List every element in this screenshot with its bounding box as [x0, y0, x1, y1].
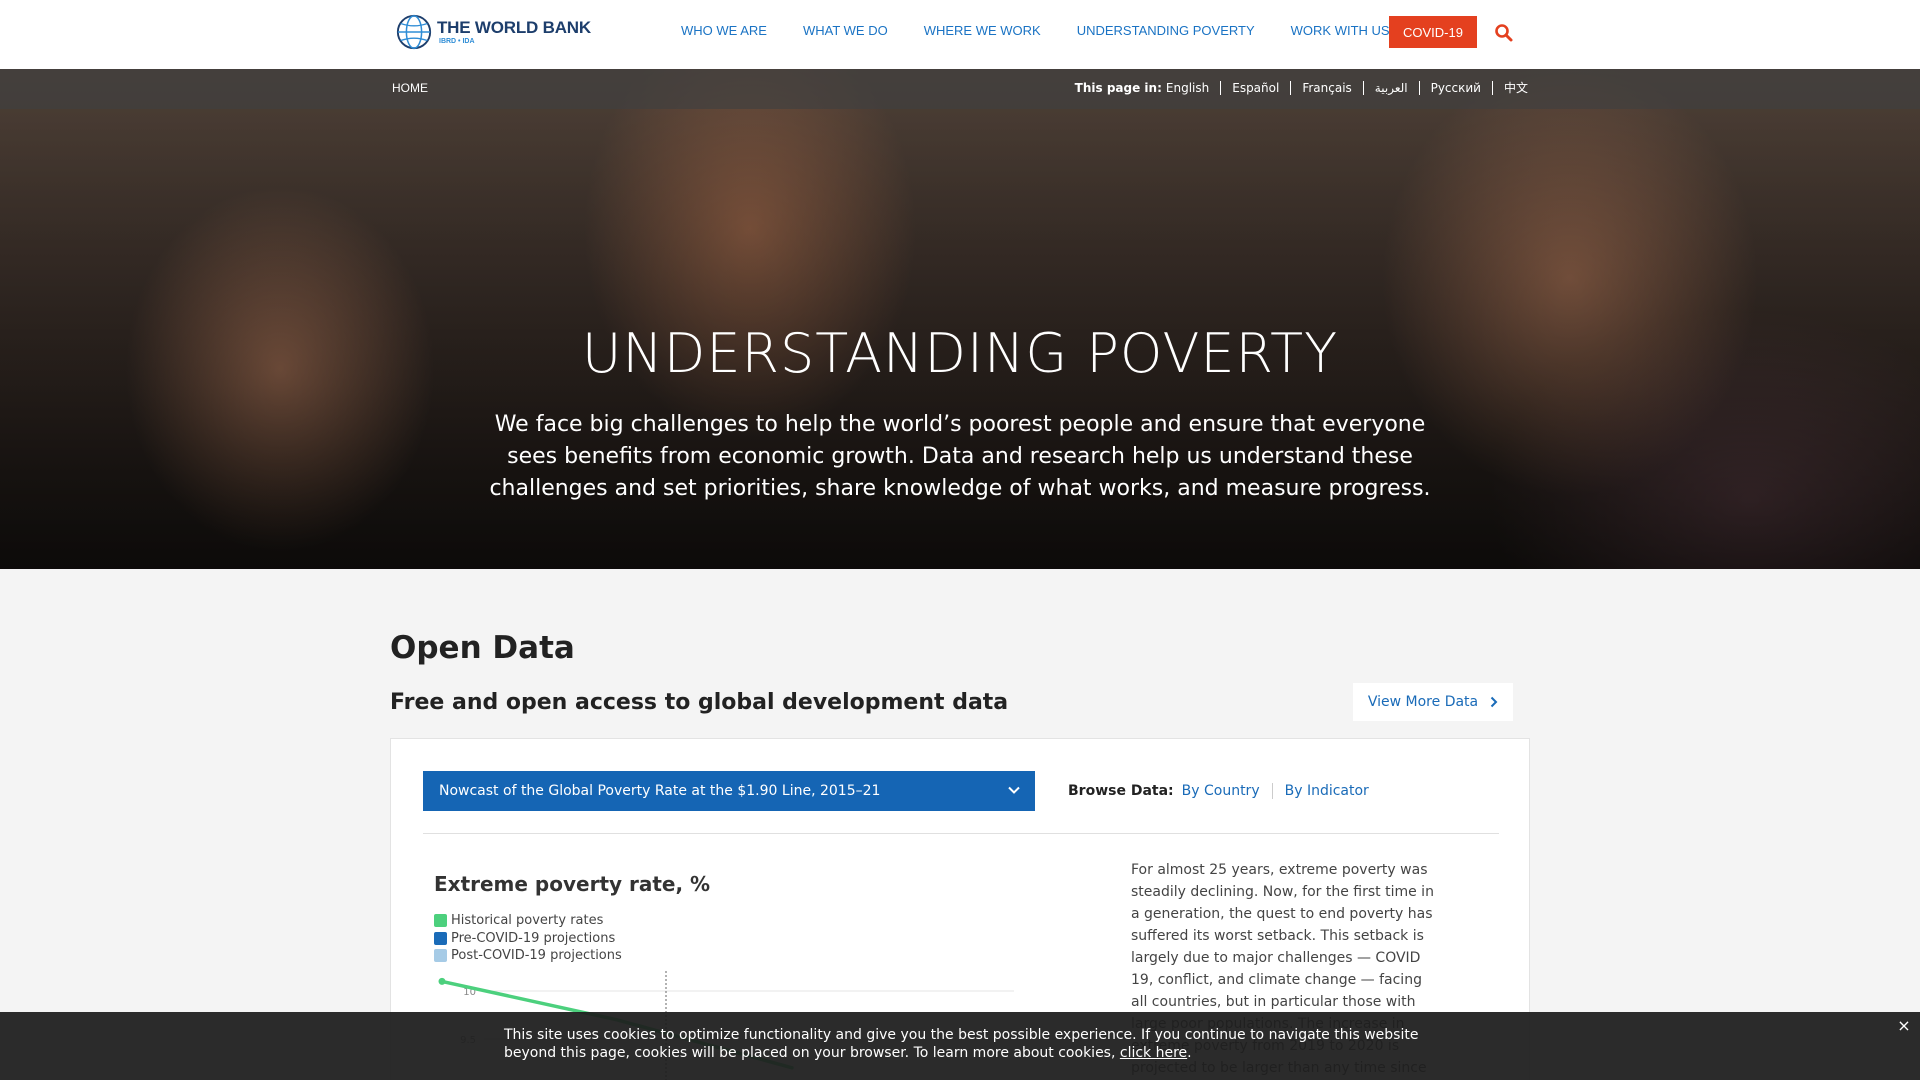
browse-data-label: Browse Data: — [1068, 783, 1174, 799]
language-lead-label: This page in: — [1074, 81, 1162, 95]
legend-swatch — [434, 914, 447, 928]
nav-what-we-do[interactable]: WHAT WE DO — [803, 23, 888, 38]
chart-title: Extreme poverty rate, % — [434, 872, 711, 896]
world-bank-logo[interactable]: THE WORLD BANK IBRD • IDA — [395, 13, 591, 51]
cookie-learn-more-link[interactable]: click here — [1120, 1045, 1187, 1061]
legend-label: Pre-COVID-19 projections — [451, 930, 616, 946]
lang-francais[interactable]: Français — [1290, 81, 1362, 95]
legend-swatch — [434, 949, 447, 963]
nav-understanding-poverty[interactable]: UNDERSTANDING POVERTY — [1077, 23, 1255, 38]
browse-by-country-link[interactable]: By Country — [1182, 783, 1272, 799]
main-menu: WHO WE ARE WHAT WE DO WHERE WE WORK UNDE… — [681, 0, 1426, 60]
globe-logo-icon — [396, 14, 432, 50]
hero-intro-text: We face big challenges to help the world… — [489, 412, 1431, 501]
legend-label: Historical poverty rates — [451, 913, 604, 929]
browse-by-indicator-link[interactable]: By Indicator — [1271, 783, 1381, 799]
chart-legend: Historical poverty rates Pre-COVID-19 pr… — [434, 912, 622, 965]
legend-item-post-covid[interactable]: Post-COVID-19 projections — [434, 947, 622, 965]
legend-item-historical[interactable]: Historical poverty rates — [434, 912, 622, 930]
lang-espanol[interactable]: Español — [1220, 81, 1290, 95]
lang-english[interactable]: English — [1166, 81, 1220, 95]
top-navigation: THE WORLD BANK IBRD • IDA WHO WE ARE WHA… — [0, 0, 1920, 69]
card-divider — [423, 833, 1499, 834]
cookie-message: This site uses cookies to optimize funct… — [504, 1027, 1419, 1061]
data-point — [438, 977, 446, 985]
breadcrumb-home[interactable]: HOME — [392, 81, 428, 95]
nav-work-with-us[interactable]: WORK WITH US — [1291, 23, 1390, 38]
view-more-data-button[interactable]: View More Data — [1353, 683, 1513, 721]
page-title: UNDERSTANDING POVERTY — [581, 322, 1339, 385]
indicator-dropdown[interactable]: Nowcast of the Global Poverty Rate at th… — [423, 771, 1035, 811]
hero-banner: HOME This page in: English Español Franç… — [0, 69, 1920, 569]
breadcrumb-bar: HOME This page in: English Español Franç… — [0, 69, 1920, 109]
cookie-text: This site uses cookies to optimize funct… — [504, 1026, 1424, 1062]
covid-19-button[interactable]: COVID-19 — [1389, 16, 1477, 48]
logo-subtitle: IBRD • IDA — [439, 38, 475, 45]
close-icon[interactable]: × — [1896, 1018, 1912, 1034]
lang-russian[interactable]: Русский — [1418, 81, 1492, 95]
legend-label: Post-COVID-19 projections — [451, 948, 622, 964]
search-icon[interactable] — [1494, 23, 1514, 43]
browse-data: Browse Data: By Country By Indicator — [1068, 783, 1381, 799]
lang-chinese[interactable]: 中文 — [1491, 81, 1528, 95]
legend-item-pre-covid[interactable]: Pre-COVID-19 projections — [434, 930, 622, 948]
legend-swatch — [434, 931, 447, 945]
cookie-banner: This site uses cookies to optimize funct… — [0, 1012, 1920, 1080]
open-data-subheading: Free and open access to global developme… — [390, 690, 1009, 715]
cookie-text-end: . — [1187, 1045, 1192, 1061]
nav-who-we-are[interactable]: WHO WE ARE — [681, 23, 767, 38]
language-switcher: This page in: English Español Français ا… — [1075, 81, 1528, 95]
nav-where-we-work[interactable]: WHERE WE WORK — [924, 23, 1041, 38]
logo-title: THE WORLD BANK — [437, 18, 591, 37]
indicator-dropdown-value: Nowcast of the Global Poverty Rate at th… — [439, 783, 881, 799]
lang-arabic[interactable]: العربية — [1362, 81, 1419, 95]
open-data-heading: Open Data — [390, 630, 575, 666]
chevron-down-icon — [1008, 786, 1020, 794]
view-more-data-label: View More Data — [1367, 694, 1479, 710]
chevron-right-icon — [1490, 696, 1498, 708]
